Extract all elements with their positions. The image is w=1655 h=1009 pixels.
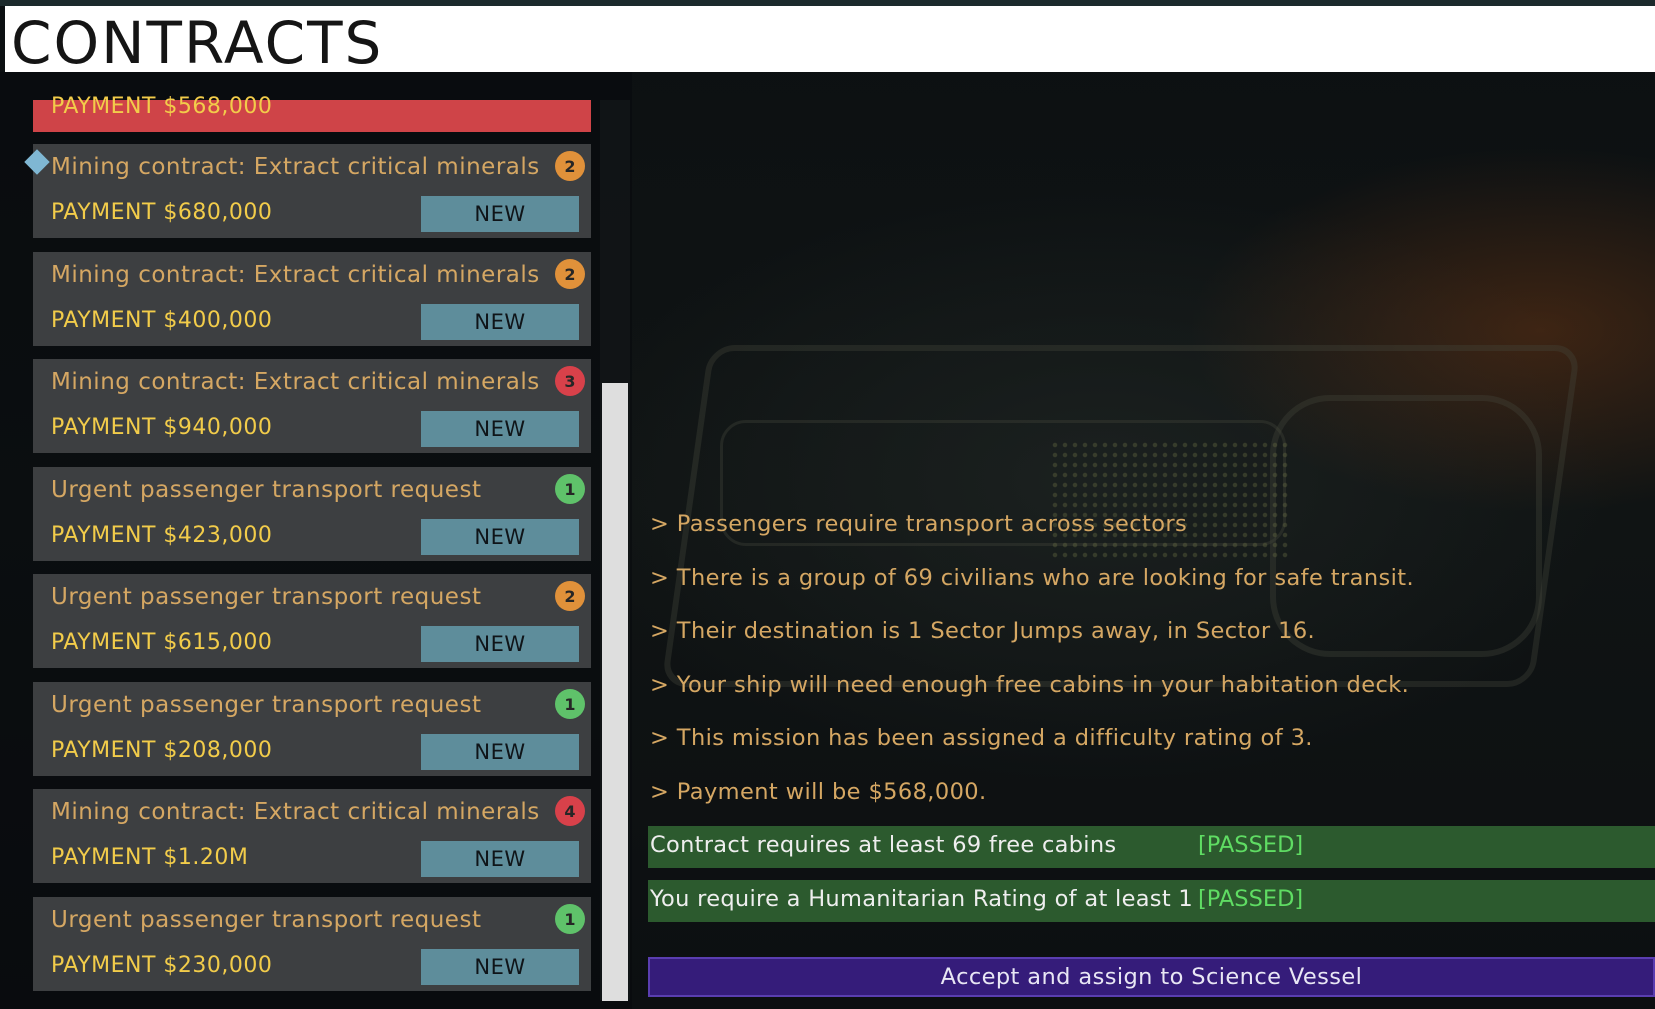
contract-card[interactable]: Urgent passenger transport request 1 PAYME…	[33, 467, 591, 561]
detail-line: > This mission has been assigned a diffi…	[650, 725, 1313, 751]
page-title: CONTRACTS	[11, 9, 384, 77]
difficulty-badge: 1	[555, 904, 585, 934]
new-badge: NEW	[421, 626, 579, 662]
detail-line: > Passengers require transport across se…	[650, 511, 1188, 537]
new-badge: NEW	[421, 411, 579, 447]
contract-title: Mining contract: Extract critical minera…	[51, 799, 540, 825]
contract-title: Urgent passenger transport request	[51, 692, 482, 718]
requirement-text: Contract requires at least 69 free cabin…	[650, 832, 1117, 858]
contracts-screen: CONTRACTS PAYMENT $568,000 Mining contra…	[0, 0, 1655, 1009]
contract-payment: PAYMENT $400,000	[51, 308, 273, 333]
contract-payment: PAYMENT $940,000	[51, 415, 273, 440]
requirement-status: [PASSED]	[1198, 886, 1304, 912]
contract-payment: PAYMENT $680,000	[51, 200, 273, 225]
contract-payment: PAYMENT $423,000	[51, 523, 273, 548]
contract-title: Mining contract: Extract critical minera…	[51, 369, 540, 395]
contract-payment: PAYMENT $1.20M	[51, 845, 249, 870]
difficulty-badge: 1	[555, 474, 585, 504]
selected-contract-card[interactable]: PAYMENT $568,000	[33, 94, 591, 132]
contract-card[interactable]: Urgent passenger transport request 2 PAYME…	[33, 574, 591, 668]
contract-payment: PAYMENT $615,000	[51, 630, 273, 655]
difficulty-badge: 1	[555, 689, 585, 719]
contract-card[interactable]: Urgent passenger transport request 1 PAYME…	[33, 682, 591, 776]
contract-title: Urgent passenger transport request	[51, 584, 482, 610]
difficulty-badge: 4	[555, 796, 585, 826]
contract-card[interactable]: Mining contract: Extract critical minera…	[33, 359, 591, 453]
requirement-status: [PASSED]	[1198, 832, 1304, 858]
contract-card[interactable]: Mining contract: Extract critical minera…	[33, 144, 591, 238]
contract-card[interactable]: Urgent passenger transport request 1 PAYME…	[33, 897, 591, 991]
new-badge: NEW	[421, 196, 579, 232]
ship-lights	[1050, 440, 1290, 560]
difficulty-badge: 2	[555, 259, 585, 289]
scrollbar-thumb[interactable]	[602, 383, 628, 1001]
detail-line: > There is a group of 69 civilians who a…	[650, 565, 1415, 591]
accept-contract-button[interactable]: Accept and assign to Science Vessel	[648, 957, 1655, 997]
new-badge: NEW	[421, 304, 579, 340]
contract-title: Urgent passenger transport request	[51, 477, 482, 503]
requirement-text: You require a Humanitarian Rating of at …	[650, 886, 1194, 912]
contract-payment: PAYMENT $230,000	[51, 953, 273, 978]
selected-contract-payment: PAYMENT $568,000	[51, 94, 273, 119]
header-bar: CONTRACTS	[5, 6, 1655, 76]
difficulty-badge: 2	[555, 151, 585, 181]
contract-title: Mining contract: Extract critical minera…	[51, 154, 540, 180]
new-badge: NEW	[421, 841, 579, 877]
new-badge: NEW	[421, 734, 579, 770]
detail-line: > Your ship will need enough free cabins…	[650, 672, 1410, 698]
difficulty-badge: 2	[555, 581, 585, 611]
requirement-row: Contract requires at least 69 free cabin…	[648, 826, 1655, 868]
contract-title: Urgent passenger transport request	[51, 907, 482, 933]
difficulty-badge: 3	[555, 366, 585, 396]
contract-title: Mining contract: Extract critical minera…	[51, 262, 540, 288]
contract-card[interactable]: Mining contract: Extract critical minera…	[33, 789, 591, 883]
contract-card[interactable]: Mining contract: Extract critical minera…	[33, 252, 591, 346]
detail-line: > Their destination is 1 Sector Jumps aw…	[650, 618, 1316, 644]
requirement-row: You require a Humanitarian Rating of at …	[648, 880, 1655, 922]
new-badge: NEW	[421, 519, 579, 555]
contract-payment: PAYMENT $208,000	[51, 738, 273, 763]
detail-line: > Payment will be $568,000.	[650, 779, 987, 805]
new-badge: NEW	[421, 949, 579, 985]
